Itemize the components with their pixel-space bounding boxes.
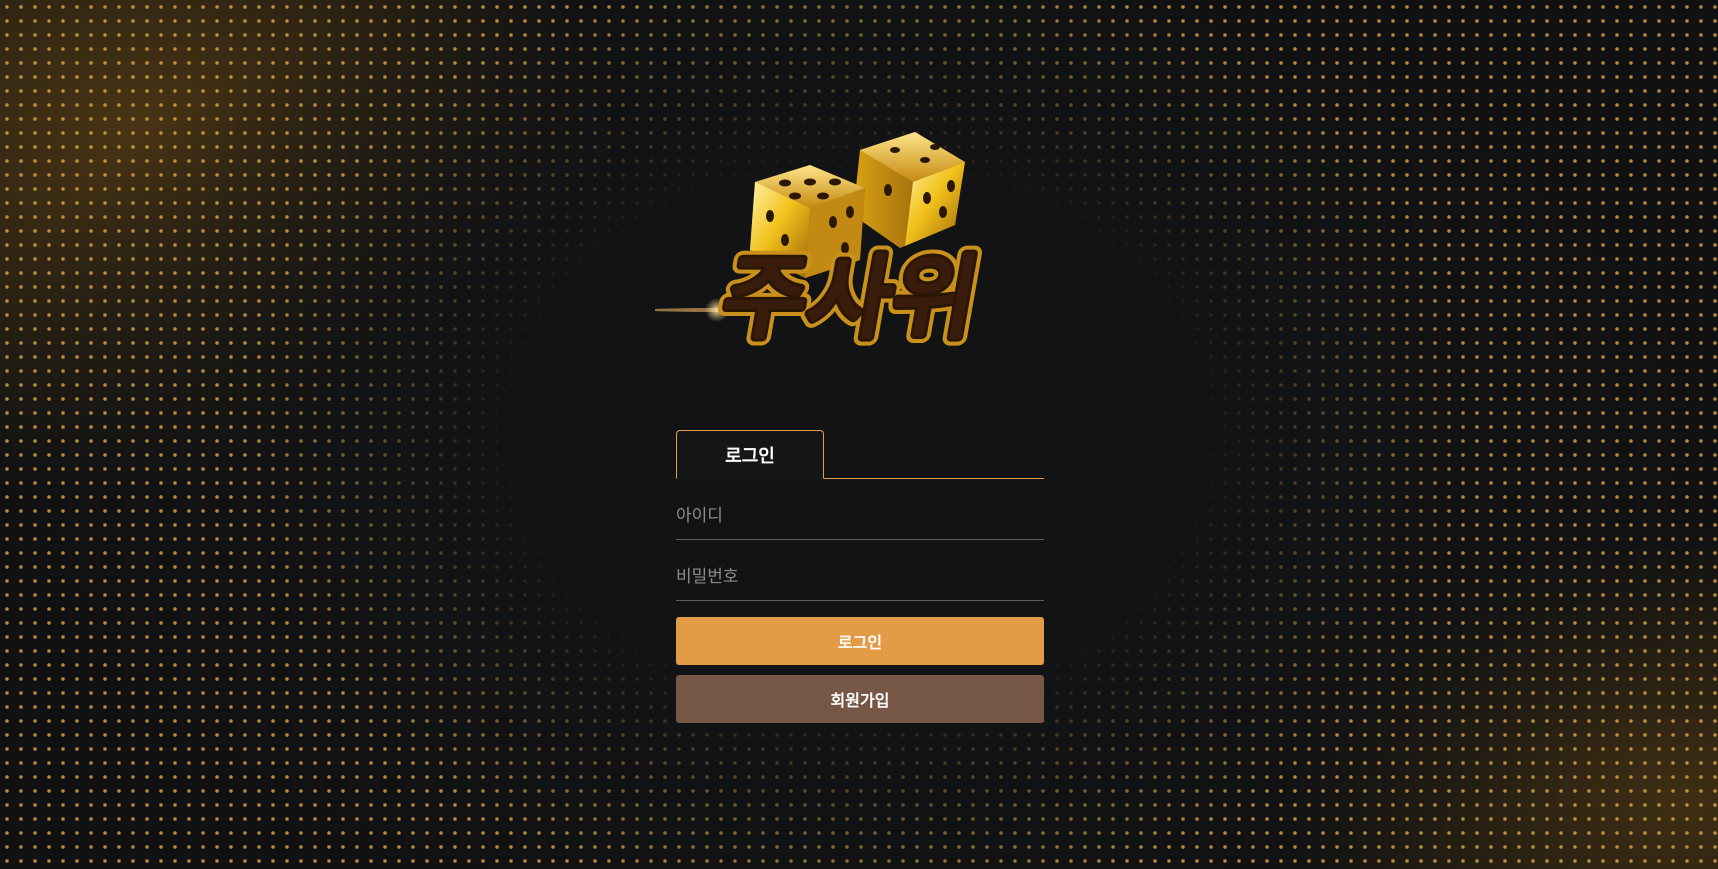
password-field [676,540,1044,601]
login-tabs: 로그인 [676,428,1044,479]
username-input[interactable] [676,501,1044,531]
site-logo: 주사위 주사위 주사위 [655,132,994,359]
login-form: 로그인 로그인 회원가입 [676,428,1044,723]
tab-login[interactable]: 로그인 [676,430,824,479]
logo-wordmark: 주사위 주사위 주사위 [707,238,994,359]
dice-icon [853,132,965,248]
login-button[interactable]: 로그인 [676,617,1044,665]
svg-text:주사위: 주사위 [714,245,987,352]
username-field [676,479,1044,540]
password-input[interactable] [676,562,1044,592]
signup-button[interactable]: 회원가입 [676,675,1044,723]
